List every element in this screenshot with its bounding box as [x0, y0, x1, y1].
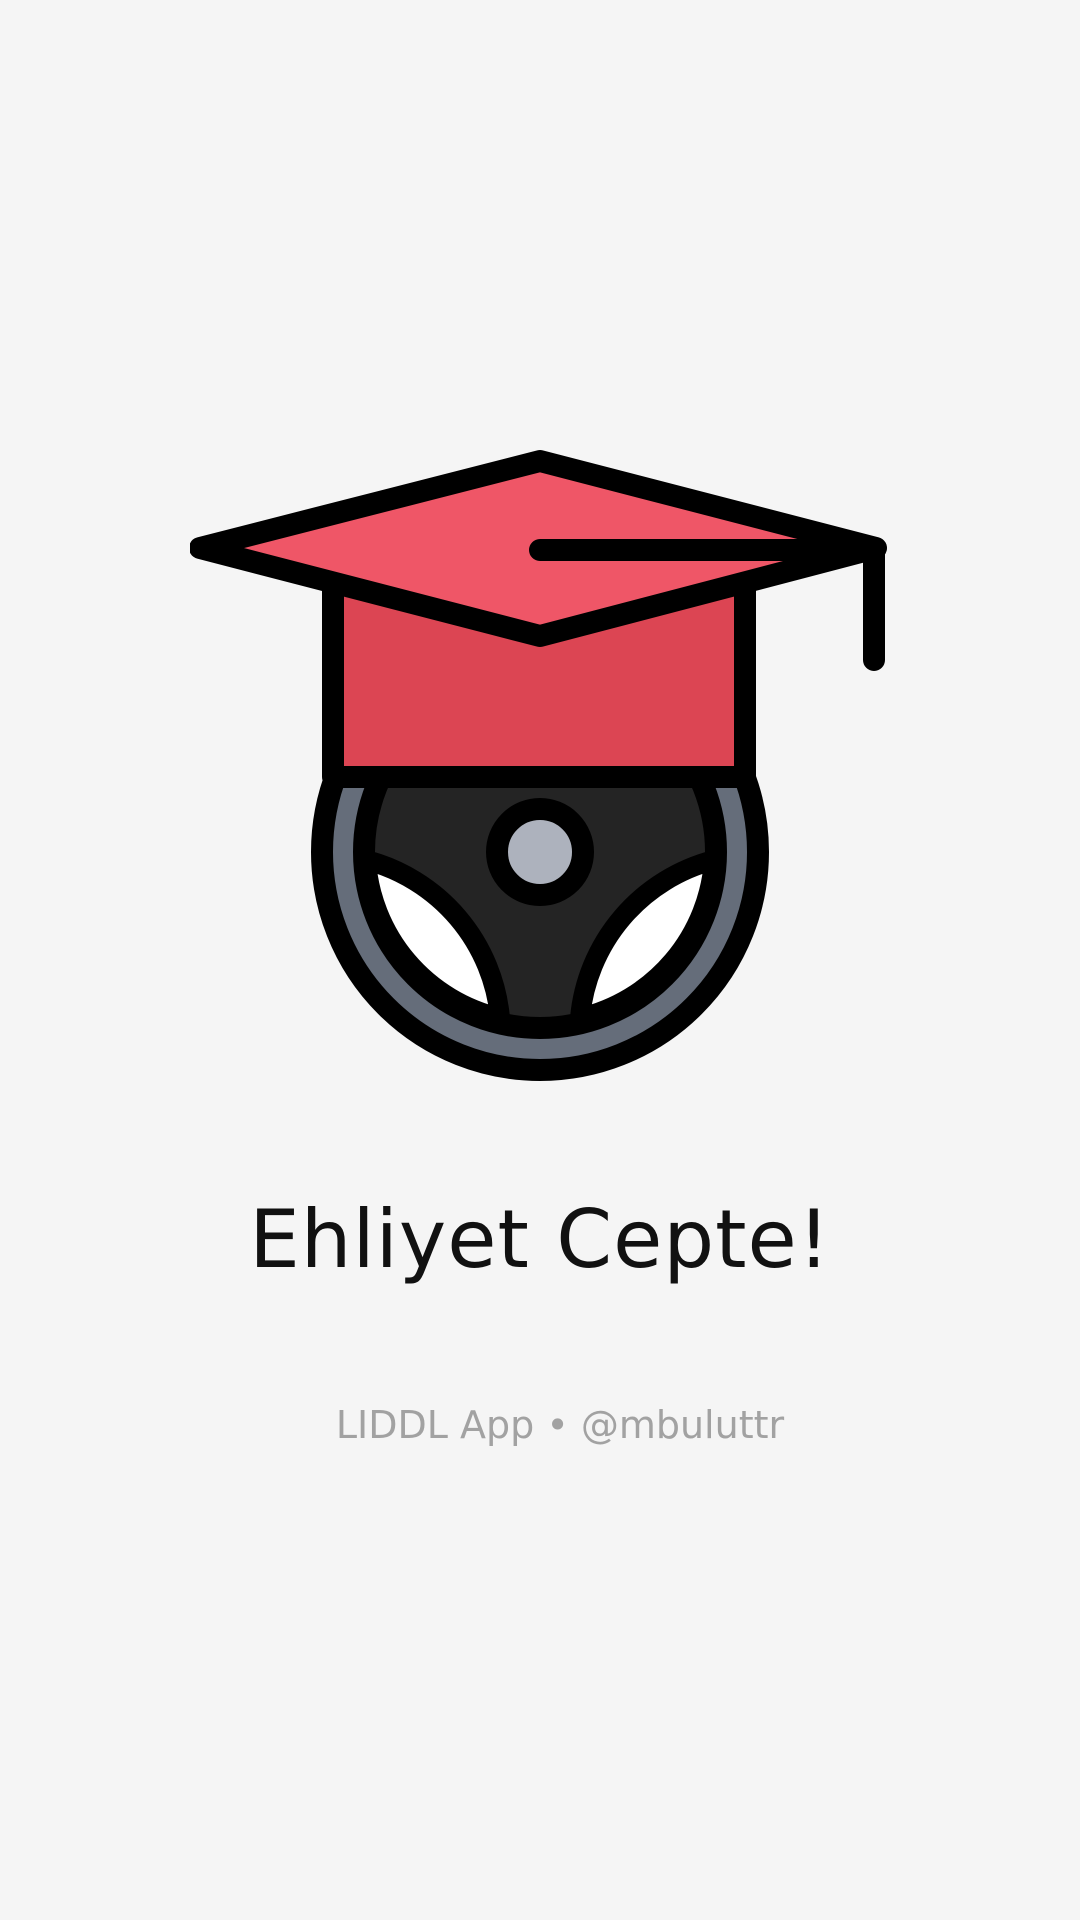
steering-wheel-hub [486, 798, 594, 906]
splash-screen: Ehliyet Cepte! LIDDL App • @mbuluttr [0, 0, 1080, 1920]
graduation-cap-steering-wheel-icon [190, 450, 887, 1081]
credits-text: LIDDL App • @mbuluttr [335, 1403, 785, 1447]
app-title: Ehliyet Cepte! [249, 1193, 831, 1286]
